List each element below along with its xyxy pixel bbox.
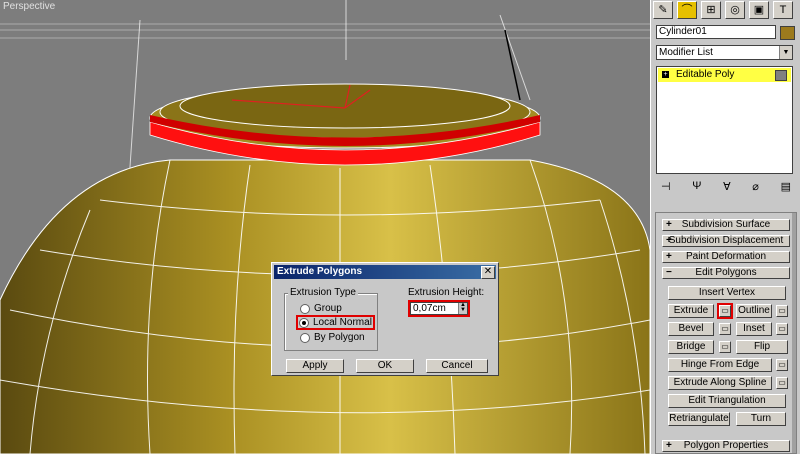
bevel-settings-icon[interactable]: ▭ [719, 323, 731, 335]
inset-settings-icon[interactable]: ▭ [776, 323, 788, 335]
edit-triangulation-button[interactable]: Edit Triangulation [668, 394, 786, 408]
inset-button[interactable]: Inset [736, 322, 772, 336]
modifier-stack: + Editable Poly [656, 66, 793, 174]
extrude-settings-icon[interactable]: ▭ [717, 303, 733, 319]
create-icon[interactable]: ✎ [653, 1, 673, 19]
perspective-viewport[interactable]: Perspective [0, 0, 650, 454]
viewport-label[interactable]: Perspective [3, 1, 55, 12]
extrude-spline-settings-icon[interactable]: ▭ [776, 377, 788, 389]
stack-item-editable-poly[interactable]: + Editable Poly [658, 68, 791, 82]
object-name-field[interactable]: Cylinder01 [656, 25, 776, 39]
display-icon[interactable]: ▣ [749, 1, 769, 19]
configure-sets-icon[interactable]: ▤ [781, 180, 791, 194]
radio-group-label: Group [314, 303, 342, 314]
extrusion-type-label: Extrusion Type [288, 287, 358, 298]
extrusion-height-label: Extrusion Height: [408, 287, 485, 298]
rollout-area: + Subdivision Surface + Subdivision Displa… [655, 212, 797, 454]
hierarchy-icon[interactable]: ⊞ [701, 1, 721, 19]
dialog-title: Extrude Polygons [277, 266, 363, 277]
outline-button[interactable]: Outline [736, 304, 772, 318]
hinge-settings-icon[interactable]: ▭ [776, 359, 788, 371]
pin-stack-icon[interactable]: ⊣ [661, 180, 671, 194]
rollout-polygon-properties[interactable]: + Polygon Properties [662, 440, 790, 452]
utilities-icon[interactable]: T [773, 1, 793, 19]
radio-local-normal-button[interactable] [299, 317, 309, 328]
panel-tabs: ✎ ⌒ ⊞ ◎ ▣ T [653, 0, 799, 20]
stack-item-label: Editable Poly [676, 69, 735, 80]
radio-local-normal[interactable]: Local Normal [296, 315, 375, 330]
extrude-button[interactable]: Extrude [668, 304, 714, 318]
cancel-button[interactable]: Cancel [426, 359, 488, 373]
modifier-list-label: Modifier List [659, 47, 713, 58]
modifier-toggle-icon[interactable] [775, 70, 787, 81]
rollout-subdivision-displacement[interactable]: + Subdivision Displacement [662, 235, 790, 247]
extrusion-height-spinner[interactable]: 0,07cm ▲ ▼ [408, 300, 470, 317]
outline-settings-icon[interactable]: ▭ [776, 305, 788, 317]
chevron-down-icon[interactable]: ▼ [779, 46, 792, 59]
rollout-paint-deformation[interactable]: + Paint Deformation [662, 251, 790, 263]
rollout-edit-polygons[interactable]: − Edit Polygons [662, 267, 790, 279]
modifier-list-dropdown[interactable]: Modifier List ▼ [656, 45, 793, 60]
hinge-from-edge-button[interactable]: Hinge From Edge [668, 358, 772, 372]
expand-icon[interactable]: + [662, 71, 669, 78]
spinner-arrows-icon[interactable]: ▲ ▼ [458, 302, 467, 314]
radio-group[interactable]: Group [300, 303, 342, 314]
radio-group-button[interactable] [300, 303, 310, 314]
rollout-subdivision-surface[interactable]: + Subdivision Surface [662, 219, 790, 231]
motion-icon[interactable]: ◎ [725, 1, 745, 19]
bevel-button[interactable]: Bevel [668, 322, 714, 336]
make-unique-icon[interactable]: ∀ [723, 180, 731, 194]
bridge-button[interactable]: Bridge [668, 340, 714, 354]
scene-wireframe [0, 0, 650, 454]
bridge-settings-icon[interactable]: ▭ [719, 341, 731, 353]
dialog-titlebar[interactable]: Extrude Polygons ✕ [274, 265, 496, 279]
object-color-swatch[interactable] [780, 26, 795, 40]
extrude-polygons-dialog: Extrude Polygons ✕ Extrusion Type Group … [271, 262, 499, 376]
flip-button[interactable]: Flip [736, 340, 788, 354]
close-icon[interactable]: ✕ [481, 266, 495, 279]
remove-modifier-icon[interactable]: ⌀ [752, 180, 759, 194]
modify-icon[interactable]: ⌒ [677, 1, 697, 19]
radio-local-normal-label: Local Normal [313, 317, 372, 328]
ok-button[interactable]: OK [356, 359, 414, 373]
radio-by-polygon-label: By Polygon [314, 332, 365, 343]
panel-scrollbar[interactable] [792, 213, 796, 453]
turn-button[interactable]: Turn [736, 412, 786, 426]
show-end-result-icon[interactable]: Ψ [692, 180, 701, 194]
extrusion-height-value: 0,07cm [413, 303, 446, 314]
stack-toolbar: ⊣ Ψ ∀ ⌀ ▤ [661, 180, 791, 194]
insert-vertex-button[interactable]: Insert Vertex [668, 286, 786, 300]
retriangulate-button[interactable]: Retriangulate [668, 412, 730, 426]
apply-button[interactable]: Apply [286, 359, 344, 373]
extrude-along-spline-button[interactable]: Extrude Along Spline [668, 376, 772, 390]
command-panel: ✎ ⌒ ⊞ ◎ ▣ T Cylinder01 Modifier List ▼ +… [650, 0, 800, 454]
radio-by-polygon-button[interactable] [300, 332, 310, 343]
radio-by-polygon[interactable]: By Polygon [300, 332, 365, 343]
